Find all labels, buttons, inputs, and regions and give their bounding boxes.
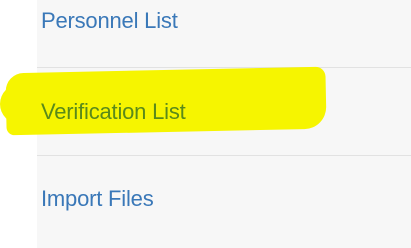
verification-list-link[interactable]: Verification List bbox=[41, 99, 186, 125]
import-files-link[interactable]: Import Files bbox=[41, 186, 154, 212]
nav-item-import-files[interactable]: Import Files bbox=[37, 156, 411, 248]
nav-item-personnel-list[interactable]: Personnel List bbox=[37, 0, 411, 67]
page: Personnel List Verification List Import … bbox=[0, 0, 411, 248]
personnel-list-link[interactable]: Personnel List bbox=[41, 8, 178, 34]
